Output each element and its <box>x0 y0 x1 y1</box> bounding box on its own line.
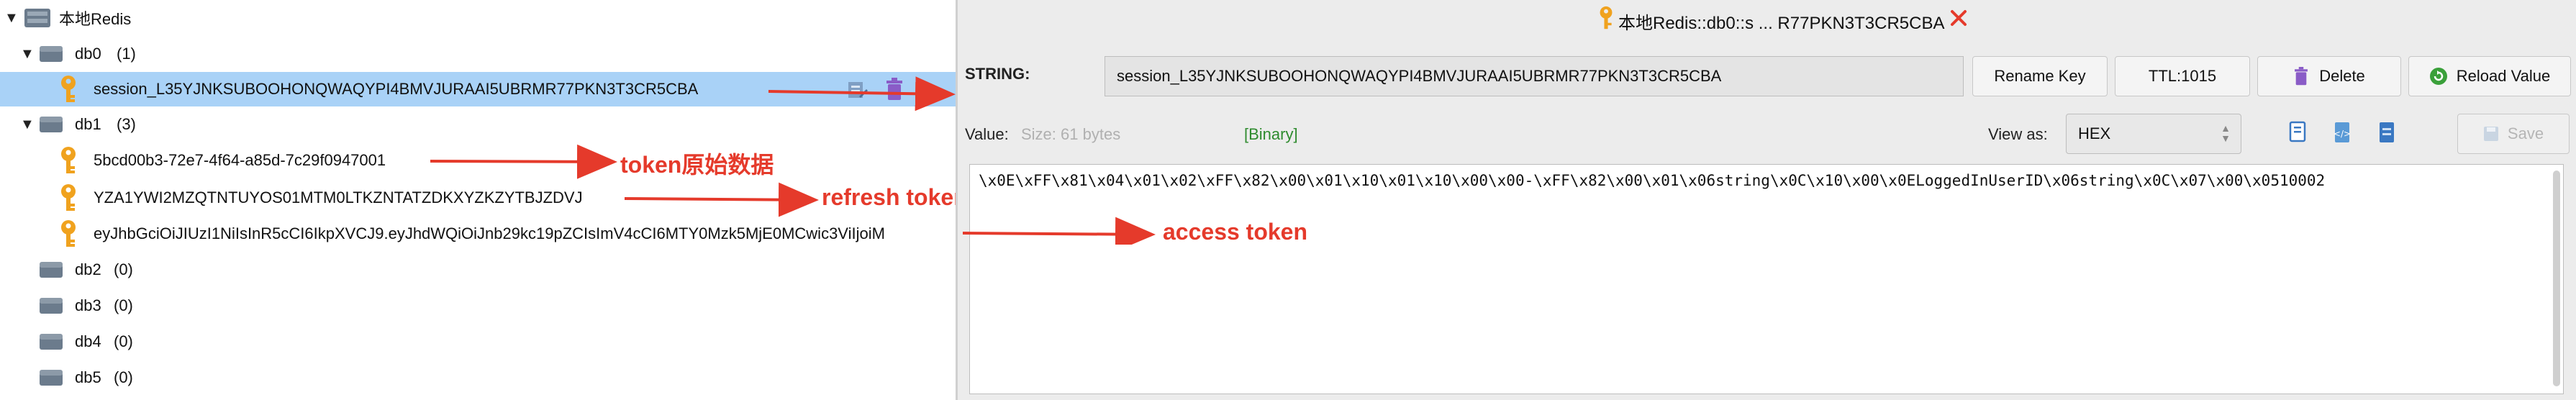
db-count: (1) <box>117 45 136 63</box>
tree-key-row[interactable]: 5bcd00b3-72e7-4f64-a85d-7c29f0947001 <box>0 142 956 178</box>
reload-label: Reload Value <box>2456 67 2551 85</box>
tree-key-row[interactable]: YZA1YWI2MZQTNTUYOS01MTM0LTKZNTATZDKXYZKZ… <box>0 180 956 216</box>
connection-tree: ▼ 本地Redis ▼ db0 (1) session_L35YJNKSUBOO… <box>0 0 1084 400</box>
db-count: (3) <box>117 115 136 133</box>
rename-key-button[interactable]: Rename Key <box>1972 56 2108 96</box>
expand-arrow-icon[interactable]: ▼ <box>20 117 35 133</box>
binary-label: [Binary] <box>1244 125 1298 143</box>
expand-arrow-icon[interactable]: ▼ <box>4 10 19 27</box>
tree-key-row[interactable]: session_L35YJNKSUBOOHONQWAQYPI4BMVJURAAI… <box>0 72 956 106</box>
annotation-access-token: access token <box>1163 219 1308 245</box>
database-icon <box>40 262 63 278</box>
reload-icon <box>2429 68 2447 85</box>
save-label: Save <box>2507 124 2544 142</box>
copy-icon[interactable] <box>2287 121 2309 145</box>
database-icon <box>40 298 63 314</box>
tree-db4-row[interactable]: db4 (0) <box>0 324 956 360</box>
database-icon <box>40 334 63 350</box>
value-text[interactable]: \x0E\xFF\x81\x04\x01\x02\xFF\x82\x00\x01… <box>979 172 2325 189</box>
db-count: (0) <box>114 296 133 314</box>
save-icon <box>2483 127 2498 141</box>
delete-button[interactable]: Delete <box>2257 56 2401 96</box>
tree-key-row[interactable]: eyJhbGciOiJIUzI1NiIsInR5cCI6IkpXVCJ9.eyJ… <box>0 216 956 252</box>
key-name-field[interactable]: session_L35YJNKSUBOOHONQWAQYPI4BMVJURAAI… <box>1105 56 1964 96</box>
db-label: db3 <box>75 296 101 314</box>
annotation-token-raw: token原始数据 <box>620 152 774 178</box>
key-icon <box>61 220 76 247</box>
tree-key-label: session_L35YJNKSUBOOHONQWAQYPI4BMVJURAAI… <box>94 80 699 98</box>
trash-icon[interactable] <box>885 78 904 101</box>
close-icon[interactable] <box>1949 9 1968 27</box>
tree-db5-row[interactable]: db5 (0) <box>0 360 956 396</box>
db-label: db2 <box>75 260 101 278</box>
db-count: (0) <box>114 332 133 350</box>
db-label: db4 <box>75 332 101 350</box>
key-icon <box>1600 6 1613 29</box>
tree-key-label: 5bcd00b3-72e7-4f64-a85d-7c29f0947001 <box>94 151 386 169</box>
reload-value-button[interactable]: Reload Value <box>2408 56 2571 96</box>
tree-db1-row[interactable]: ▼ db1 (3) <box>0 106 956 142</box>
trash-icon <box>2295 67 2308 86</box>
database-icon <box>40 117 63 132</box>
view-as-select[interactable]: HEX ▲ ▼ <box>2066 114 2241 154</box>
db-label: db5 <box>75 368 101 386</box>
key-icon <box>61 147 76 173</box>
delete-label: Delete <box>2319 67 2365 85</box>
server-icon <box>24 9 50 27</box>
tree-db0-row[interactable]: ▼ db0 (1) <box>0 36 956 72</box>
svg-text:</>: </> <box>2334 129 2351 139</box>
json-format-icon[interactable]: </> <box>2332 121 2354 145</box>
db-count: (0) <box>114 260 133 278</box>
view-as-value: HEX <box>2078 124 2111 142</box>
key-icon <box>61 184 76 211</box>
scrollbar[interactable] <box>2553 171 2560 386</box>
edit-icon[interactable] <box>846 79 868 101</box>
ttl-button[interactable]: TTL:1015 <box>2115 56 2250 96</box>
type-label: STRING: <box>965 65 1030 83</box>
tab-title[interactable]: 本地Redis::db0::s ... R77PKN3T3CR5CBA <box>1618 9 1945 34</box>
view-as-label: View as: <box>1988 125 2048 143</box>
annotation-refresh-token: refresh token <box>822 184 968 210</box>
document-icon[interactable] <box>2377 121 2398 145</box>
database-icon <box>40 370 63 386</box>
tree-key-label: YZA1YWI2MZQTNTUYOS01MTM0LTKZNTATZDKXYZKZ… <box>94 188 583 206</box>
db-count: (0) <box>114 368 133 386</box>
value-editor[interactable]: \x0E\xFF\x81\x04\x01\x02\xFF\x82\x00\x01… <box>969 164 2564 394</box>
tree-root-row[interactable]: ▼ 本地Redis <box>0 0 956 36</box>
db-label: db1 <box>75 115 101 133</box>
database-icon <box>40 46 63 62</box>
value-label: Value: <box>965 125 1009 143</box>
tree-db2-row[interactable]: db2 (0) <box>0 252 956 288</box>
tree-key-label: eyJhbGciOiJIUzI1NiIsInR5cCI6IkpXVCJ9.eyJ… <box>94 224 885 242</box>
expand-arrow-icon[interactable]: ▼ <box>20 46 35 63</box>
db-label: db0 <box>75 45 101 63</box>
select-arrows-icon: ▲ ▼ <box>2221 122 2231 144</box>
key-icon <box>61 76 76 102</box>
tree-db3-row[interactable]: db3 (0) <box>0 288 956 324</box>
value-panel: 本地Redis::db0::s ... R77PKN3T3CR5CBA STRI… <box>958 0 2576 400</box>
save-button[interactable]: Save <box>2457 114 2570 154</box>
tree-root-label: 本地Redis <box>59 10 132 28</box>
size-label: Size: 61 bytes <box>1021 125 1121 143</box>
